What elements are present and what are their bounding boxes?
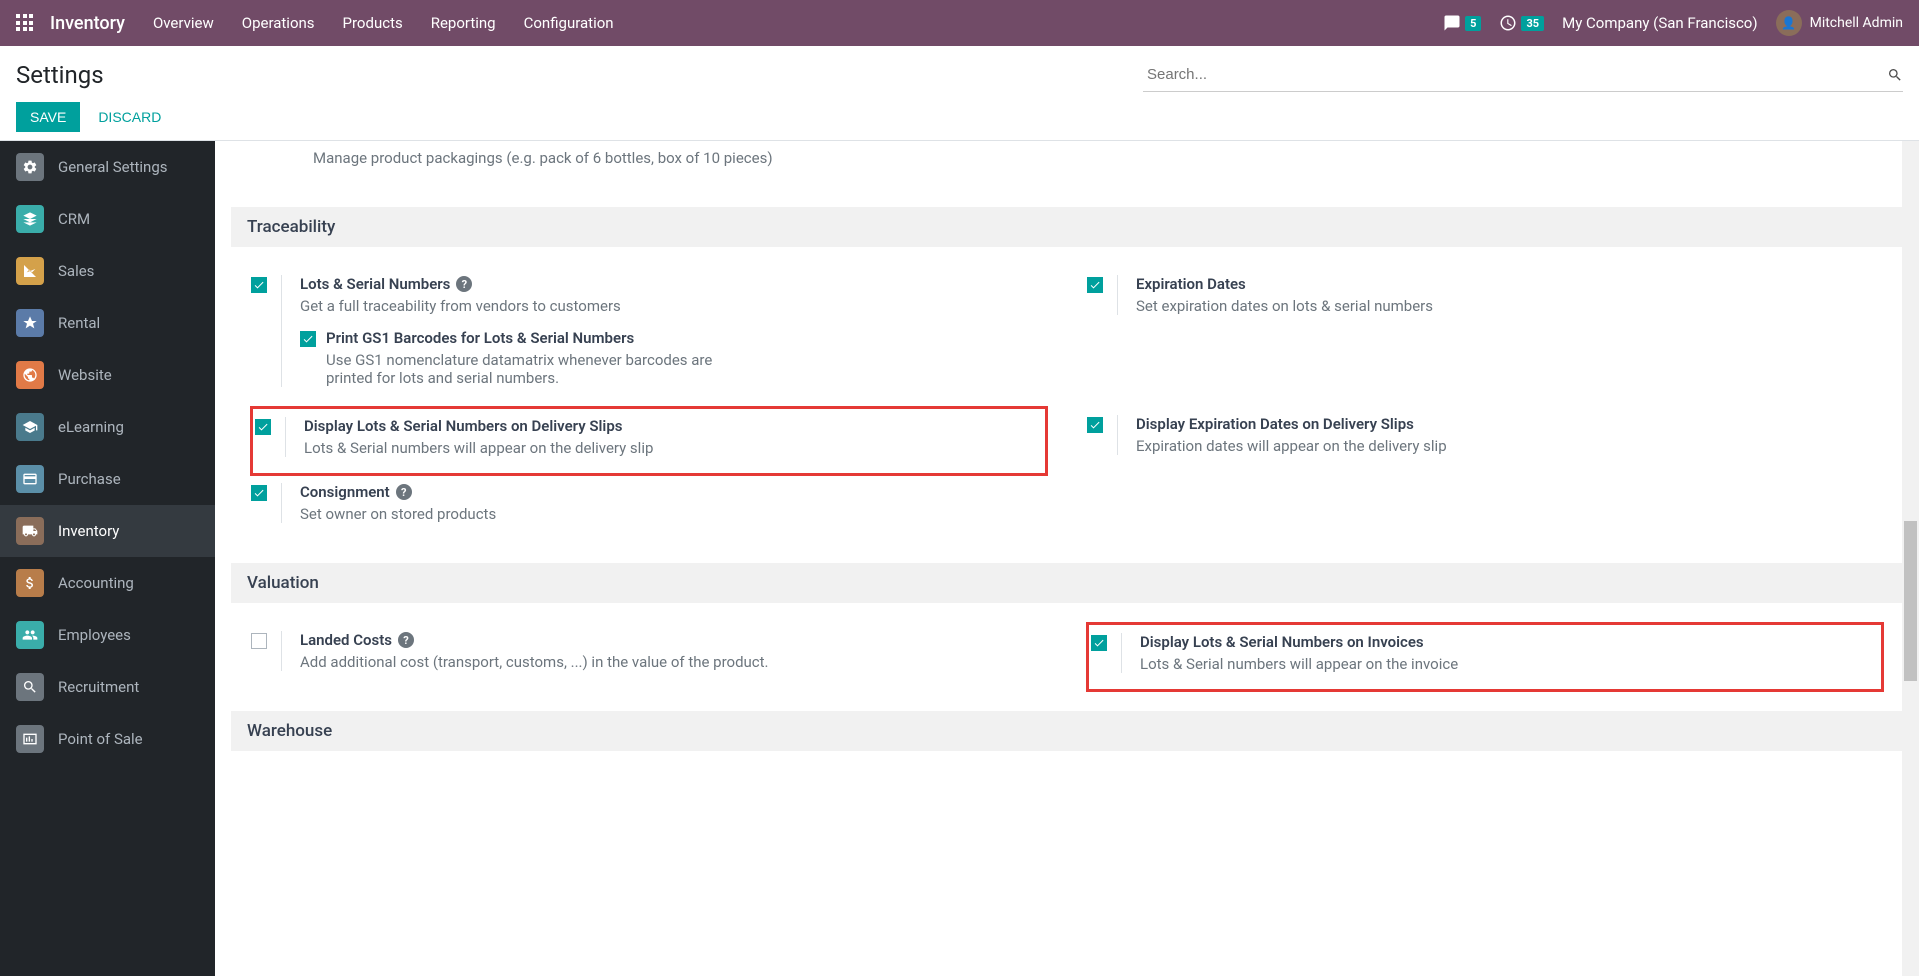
sidebar-item-sales[interactable]: Sales (0, 245, 215, 297)
sidebar-item-label: Inventory (58, 522, 119, 540)
sidebar-item-label: General Settings (58, 158, 168, 176)
sidebar-item-label: eLearning (58, 418, 124, 436)
messages-button[interactable]: 5 (1443, 14, 1481, 32)
sidebar-item-recruitment[interactable]: Recruitment (0, 661, 215, 713)
section-traceability: Traceability (231, 207, 1903, 247)
help-icon[interactable]: ? (456, 276, 472, 292)
scrollbar-thumb[interactable] (1904, 521, 1917, 681)
sidebar-item-general-settings[interactable]: General Settings (0, 141, 215, 193)
checkbox-display-exp-delivery[interactable] (1087, 417, 1103, 433)
help-icon[interactable]: ? (396, 484, 412, 500)
checkbox-display-delivery[interactable] (255, 419, 271, 435)
nav-menu: Overview Operations Products Reporting C… (153, 14, 614, 32)
nav-reporting[interactable]: Reporting (431, 14, 496, 32)
checkbox-expiration[interactable] (1087, 277, 1103, 293)
gs1-desc: Use GS1 nomenclature datamatrix whenever… (326, 351, 746, 387)
section-warehouse: Warehouse (231, 711, 1903, 751)
help-icon[interactable]: ? (398, 632, 414, 648)
display-invoice-title: Display Lots & Serial Numbers on Invoice… (1140, 633, 1424, 651)
expiration-title: Expiration Dates (1136, 275, 1246, 293)
scrollbar[interactable] (1902, 141, 1919, 976)
setting-display-delivery: Display Lots & Serial Numbers on Deliver… (251, 407, 1047, 475)
page-title: Settings (16, 61, 104, 89)
clock-icon (1499, 14, 1517, 32)
checkbox-consignment[interactable] (251, 485, 267, 501)
checkbox-display-invoice[interactable] (1091, 635, 1107, 651)
sidebar-item-label: Website (58, 366, 112, 384)
partial-packaging-desc: Manage product packagings (e.g. pack of … (251, 141, 1883, 187)
sidebar-item-point-of-sale[interactable]: Point of Sale (0, 713, 215, 765)
activities-button[interactable]: 35 (1499, 14, 1544, 32)
nav-configuration[interactable]: Configuration (524, 14, 614, 32)
settings-content: Manage product packagings (e.g. pack of … (215, 141, 1919, 976)
sidebar-item-rental[interactable]: Rental (0, 297, 215, 349)
avatar: 👤 (1776, 10, 1802, 36)
sidebar-item-employees[interactable]: Employees (0, 609, 215, 661)
search-icon[interactable] (1887, 67, 1903, 83)
display-delivery-desc: Lots & Serial numbers will appear on the… (304, 439, 1039, 457)
display-exp-delivery-desc: Expiration dates will appear on the deli… (1136, 437, 1883, 455)
sidebar-item-label: Accounting (58, 574, 134, 592)
sidebar-item-label: Purchase (58, 470, 121, 488)
nav-operations[interactable]: Operations (242, 14, 315, 32)
sidebar-item-website[interactable]: Website (0, 349, 215, 401)
setting-lots: Lots & Serial Numbers ? Get a full trace… (251, 267, 1047, 407)
activities-badge: 35 (1521, 16, 1544, 31)
setting-display-invoice: Display Lots & Serial Numbers on Invoice… (1087, 623, 1883, 691)
sidebar-item-purchase[interactable]: Purchase (0, 453, 215, 505)
checkbox-lots[interactable] (251, 277, 267, 293)
consignment-title: Consignment (300, 483, 390, 501)
sidebar-item-label: Rental (58, 314, 100, 332)
consignment-desc: Set owner on stored products (300, 505, 1047, 523)
apps-icon[interactable] (16, 14, 34, 32)
app-brand[interactable]: Inventory (50, 13, 125, 34)
setting-display-exp-delivery: Display Expiration Dates on Delivery Sli… (1087, 407, 1883, 475)
chat-icon (1443, 14, 1461, 32)
display-delivery-title: Display Lots & Serial Numbers on Deliver… (304, 417, 622, 435)
settings-sidebar: General Settings CRM Sales Rental Website eLe… (0, 141, 215, 976)
display-invoice-desc: Lots & Serial numbers will appear on the… (1140, 655, 1875, 673)
lots-title: Lots & Serial Numbers (300, 275, 450, 293)
display-exp-delivery-title: Display Expiration Dates on Delivery Sli… (1136, 415, 1414, 433)
sidebar-item-elearning[interactable]: eLearning (0, 401, 215, 453)
sidebar-item-inventory[interactable]: Inventory (0, 505, 215, 557)
gs1-title: Print GS1 Barcodes for Lots & Serial Num… (326, 329, 746, 347)
sidebar-item-label: Sales (58, 262, 94, 280)
sidebar-item-label: CRM (58, 210, 90, 228)
sidebar-item-label: Employees (58, 626, 131, 644)
control-panel: Settings SAVE DISCARD (0, 46, 1919, 141)
sidebar-item-label: Recruitment (58, 678, 139, 696)
top-navbar: Inventory Overview Operations Products R… (0, 0, 1919, 46)
save-button[interactable]: SAVE (16, 102, 80, 132)
lots-desc: Get a full traceability from vendors to … (300, 297, 1047, 315)
user-name: Mitchell Admin (1810, 15, 1903, 31)
setting-consignment: Consignment ? Set owner on stored produc… (251, 475, 1047, 543)
sidebar-item-accounting[interactable]: Accounting (0, 557, 215, 609)
discard-button[interactable]: DISCARD (88, 102, 171, 132)
setting-expiration: Expiration Dates Set expiration dates on… (1087, 267, 1883, 335)
sidebar-item-label: Point of Sale (58, 730, 143, 748)
sidebar-item-crm[interactable]: CRM (0, 193, 215, 245)
search-container (1143, 58, 1903, 92)
section-valuation: Valuation (231, 563, 1903, 603)
search-input[interactable] (1143, 62, 1887, 87)
checkbox-landed[interactable] (251, 633, 267, 649)
setting-landed: Landed Costs ? Add additional cost (tran… (251, 623, 1047, 691)
messages-badge: 5 (1465, 16, 1481, 31)
company-selector[interactable]: My Company (San Francisco) (1562, 14, 1757, 32)
expiration-desc: Set expiration dates on lots & serial nu… (1136, 297, 1883, 315)
landed-title: Landed Costs (300, 631, 392, 649)
landed-desc: Add additional cost (transport, customs,… (300, 653, 1047, 671)
checkbox-gs1[interactable] (300, 331, 316, 347)
nav-products[interactable]: Products (343, 14, 403, 32)
user-menu[interactable]: 👤 Mitchell Admin (1776, 10, 1903, 36)
nav-overview[interactable]: Overview (153, 14, 214, 32)
